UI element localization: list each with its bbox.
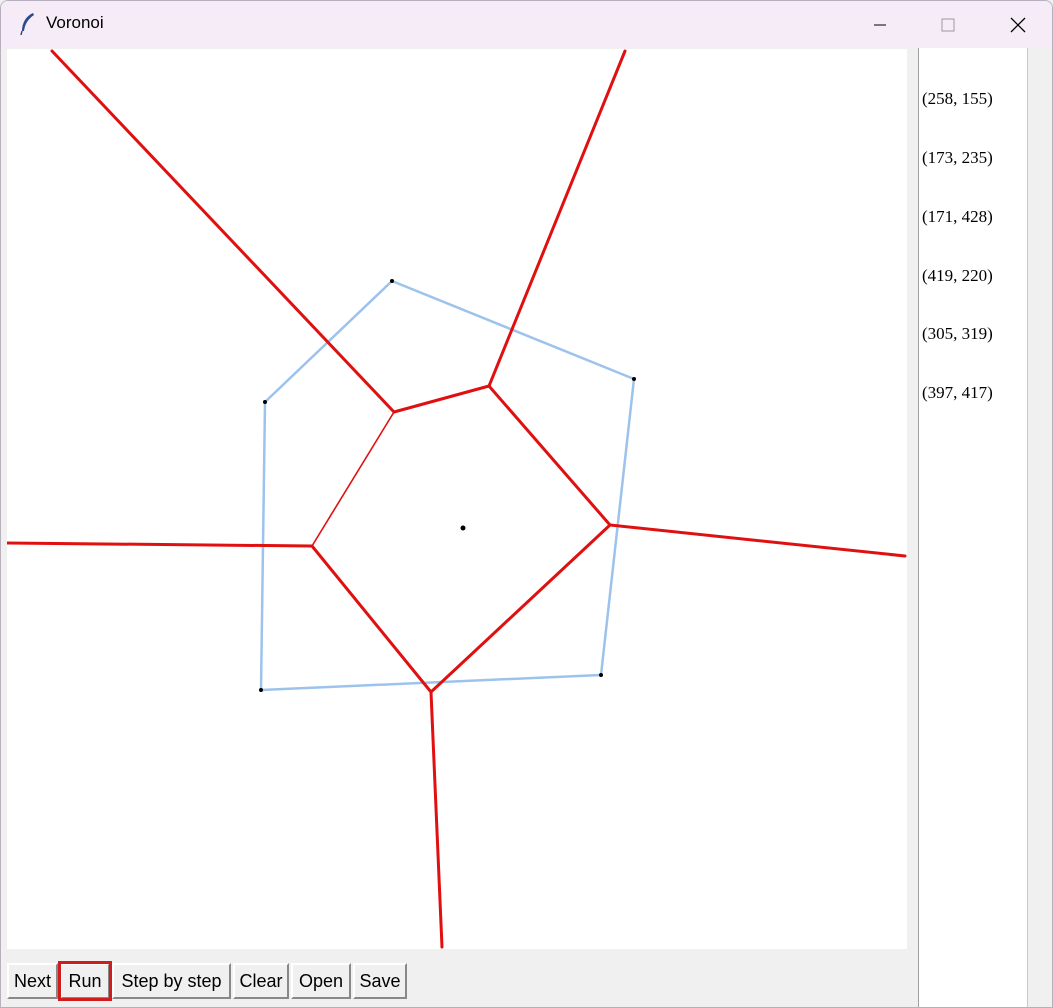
voronoi-edge	[392, 384, 491, 414]
maximize-button[interactable]	[914, 1, 982, 48]
voronoi-edge	[487, 384, 612, 527]
voronoi-edge	[429, 690, 444, 949]
window-title: Voronoi	[46, 13, 104, 32]
list-item: (419, 220)	[922, 265, 993, 285]
voronoi-edge	[50, 49, 396, 414]
toolbar: Next Run Step by step Clear Open Save	[7, 961, 407, 1001]
voronoi-edge	[487, 49, 627, 388]
site-point	[632, 377, 636, 381]
close-button[interactable]	[984, 1, 1052, 48]
voronoi-window: Voronoi (258, 155) (173, 235) (171, 428)…	[0, 0, 1053, 1008]
close-icon	[1010, 17, 1026, 32]
point-list[interactable]: (258, 155) (173, 235) (171, 428) (419, 2…	[918, 48, 1028, 1007]
step-by-step-button[interactable]: Step by step	[112, 963, 231, 999]
site-point	[599, 673, 603, 677]
site-point	[390, 279, 394, 283]
open-button[interactable]: Open	[291, 963, 351, 999]
site-point	[263, 400, 267, 404]
voronoi-diagram	[7, 49, 907, 949]
list-item: (258, 155)	[922, 89, 993, 109]
drawing-canvas[interactable]	[7, 49, 907, 949]
hull-edge	[260, 673, 602, 692]
title-bar[interactable]: Voronoi	[1, 1, 1052, 48]
sites	[259, 279, 636, 692]
list-item: (397, 417)	[922, 383, 993, 403]
convex-hull	[259, 279, 636, 692]
right-margin	[1029, 48, 1052, 1007]
list-item: (171, 428)	[922, 206, 993, 226]
feather-icon	[20, 13, 34, 36]
voronoi-edge	[311, 411, 395, 547]
voronoi-edge	[429, 523, 612, 694]
clear-button[interactable]: Clear	[233, 963, 289, 999]
list-item: (305, 319)	[922, 324, 993, 344]
site-point	[259, 688, 263, 692]
voronoi-edge	[608, 523, 907, 558]
voronoi-edge	[310, 544, 433, 694]
voronoi-edge	[7, 541, 314, 548]
minimize-button[interactable]	[846, 1, 914, 48]
next-button[interactable]: Next	[7, 963, 58, 999]
save-button[interactable]: Save	[353, 963, 407, 999]
run-button[interactable]: Run	[58, 961, 112, 1001]
maximize-icon	[941, 18, 955, 31]
minimize-icon	[874, 24, 886, 25]
list-item: (173, 235)	[922, 147, 993, 167]
site-point	[460, 525, 466, 531]
voronoi-edges	[7, 49, 907, 949]
